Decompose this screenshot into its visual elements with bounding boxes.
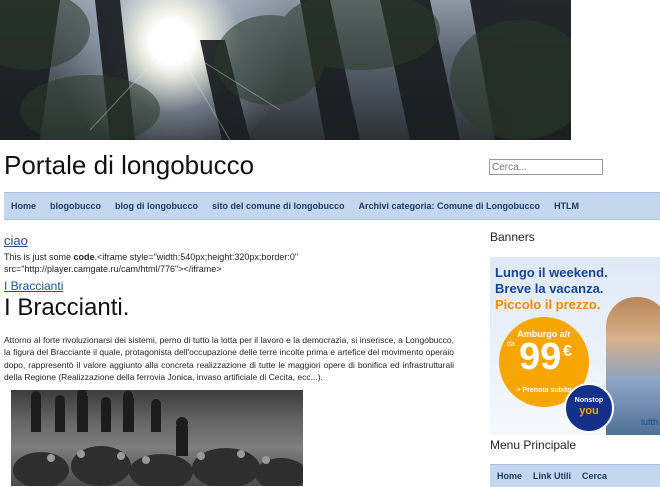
nav-item-blogobucco[interactable]: blogobucco — [50, 201, 101, 211]
ad-corner-brand: lufth — [640, 417, 658, 427]
sidebar-item-cerca[interactable]: Cerca — [582, 471, 607, 481]
nav-item-archivi-categoria[interactable]: Archivi categoria: Comune di Longobucco — [359, 201, 541, 211]
post-photo-braccianti — [11, 390, 303, 486]
ad-badge-line-1: Nonstop — [574, 397, 604, 404]
banner-trees-graphic — [0, 0, 571, 140]
nav-item-blog-di-longobucco[interactable]: blog di longobucco — [115, 201, 198, 211]
nav-item-sito-del-comune[interactable]: sito del comune di longobucco — [212, 201, 345, 211]
sidebar-menu: Home Link Utili Cerca — [490, 464, 660, 487]
photo-crowd-graphic — [13, 390, 303, 486]
sidebar-item-link-utili[interactable]: Link Utili — [533, 471, 571, 481]
ad-line-2: Breve la vacanza. — [495, 281, 604, 296]
ad-person-figure — [606, 297, 660, 435]
post-body-text: Attorno al forte rivoluzionarsi dei sist… — [4, 335, 454, 382]
banners-heading: Banners — [490, 230, 535, 244]
menu-principale-heading: Menu Principale — [490, 438, 577, 452]
search-input[interactable] — [489, 159, 603, 175]
site-title[interactable]: Portale di longobucco — [4, 150, 254, 181]
code-prefix: This is just some — [4, 252, 74, 262]
ad-line-3: Piccolo il prezzo. — [495, 297, 601, 312]
advertisement-banner[interactable]: Lungo il weekend. Breve la vacanza. Picc… — [490, 257, 660, 435]
header-banner-image — [0, 0, 571, 140]
post-code-text: This is just some code.<iframe style="wi… — [4, 251, 304, 275]
ad-from: da — [507, 341, 515, 348]
category-link-braccianti[interactable]: I Braccianti — [4, 279, 63, 293]
code-word: code — [73, 252, 95, 262]
ad-headline: Lungo il weekend. Breve la vacanza. Picc… — [495, 265, 608, 313]
ad-nonstop-badge: Nonstop you — [564, 383, 614, 433]
sidebar-item-home[interactable]: Home — [497, 471, 522, 481]
nav-item-htlm[interactable]: HTLM — [554, 201, 579, 211]
ad-line-1: Lungo il weekend. — [495, 265, 608, 280]
main-navigation: Home blogobucco blog di longobucco sito … — [4, 192, 660, 220]
ad-currency: € — [563, 343, 572, 360]
nav-item-home[interactable]: Home — [11, 201, 36, 211]
post-title: I Braccianti. — [4, 294, 130, 321]
ad-badge-line-2: you — [579, 405, 599, 417]
post-link-ciao[interactable]: ciao — [4, 233, 28, 248]
ad-price: 99 — [519, 336, 562, 378]
